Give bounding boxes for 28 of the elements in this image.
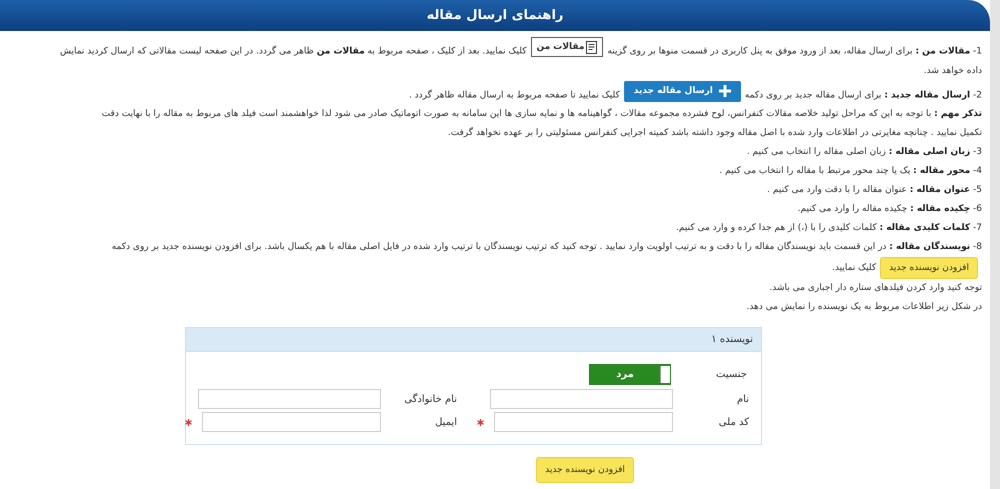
- guide-text: در شکل زیر اطلاعات مربوط به یک نویسنده را نمایش می دهد.: [746, 302, 982, 312]
- guide-text: داده خواهد شد.: [924, 66, 982, 76]
- guide-text: توجه کنید وارد کردن فیلدهای ستاره دار اجباری می باشد.: [769, 283, 982, 293]
- input-field[interactable]: [198, 389, 381, 409]
- required-star-icon: [185, 418, 192, 426]
- document-icon: [586, 40, 598, 54]
- field-label: نام خانوادگی: [403, 394, 457, 404]
- my-articles-menu-item[interactable]: مقالات من: [530, 37, 604, 57]
- guide-text: تذکر مهم : با توجه به این که مراحل تولید خلاصه مقالات کنفرانس، لوح فشرده مجموعه مقالات ، گواهینامه ها و نمایه سازی ها این سامانه به صورت اتوماتیک صادر می شود لذا خواهشمند است فیلد های مربوط به مقاله را با نهایت دقت: [102, 109, 982, 119]
- field-label: کد ملی: [718, 416, 749, 428]
- guide-text: کلیک نمایید.: [832, 263, 876, 273]
- field-label: نام: [736, 394, 749, 404]
- guide-text: کلیک نمایید تا صفحه مربوط به ارسال مقاله ظاهر گردد .: [408, 90, 620, 100]
- input-field[interactable]: [490, 389, 673, 409]
- new-article-button[interactable]: ارسال مقاله جدید: [624, 80, 741, 102]
- gender-toggle[interactable]: مرد: [589, 364, 671, 385]
- input-field[interactable]: [494, 412, 673, 432]
- add-author-button[interactable]: افزودن نویسنده جدید: [536, 457, 634, 483]
- guide-text: تکمیل نمایید . چنانچه مغایرتی در اطلاعات وارد شده با اصل مقاله وجود داشته باشد کمیته اجرایی کنفرانس مسئولیتی را بر عهده نخواهد گرفت.: [448, 128, 982, 138]
- field-label: ایمیل: [434, 416, 457, 428]
- page-title: راهنمای ارسال مقاله: [426, 8, 564, 23]
- field-label: جنسیت: [715, 369, 747, 380]
- input-field[interactable]: [202, 412, 381, 432]
- add-author-button[interactable]: افزودن نویسنده جدید: [880, 257, 978, 279]
- plus-icon: [718, 85, 731, 97]
- guide-text: کلیک نمایید. بعد از کلیک ، صفحه مربوط به مقالات من ظاهر می گردد. در این صفحه لیست مقالاتی که ارسال کردید نمایش: [60, 46, 526, 56]
- panel-title: نویسنده ۱: [711, 334, 753, 345]
- required-star-icon: [477, 418, 484, 426]
